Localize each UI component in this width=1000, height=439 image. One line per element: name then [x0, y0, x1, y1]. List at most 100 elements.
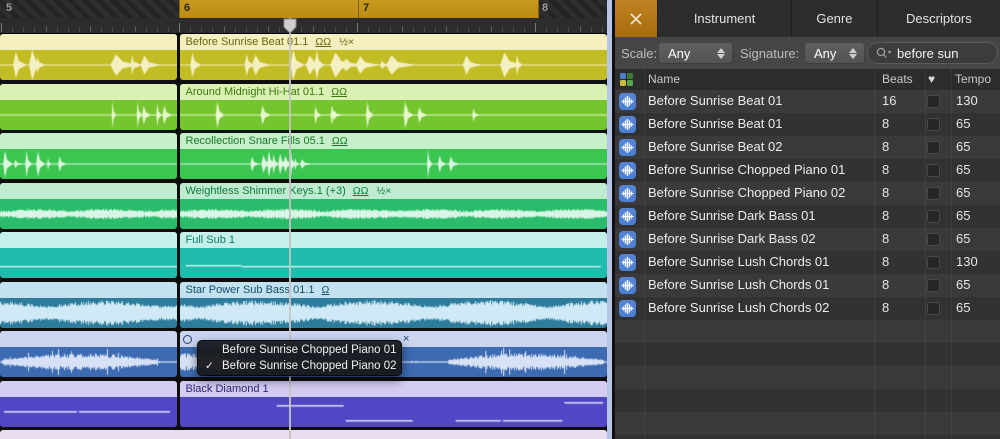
- beat-ruler[interactable]: [0, 18, 607, 34]
- tab-descriptors[interactable]: Descriptors: [877, 0, 1000, 37]
- ruler-tick: [502, 27, 503, 32]
- region-name: Weightless Shimmer Keys.1 (+3): [186, 185, 346, 197]
- ruler-tick: [446, 26, 447, 32]
- audio-region-right[interactable]: Weightless Shimmer Keys.1 (+3)ΩΩ½×: [180, 183, 608, 229]
- audio-loop-icon[interactable]: [619, 208, 636, 225]
- audio-region-left[interactable]: [0, 331, 177, 377]
- bar-ruler[interactable]: 5678: [0, 0, 607, 18]
- search-input[interactable]: before sun: [867, 42, 998, 64]
- loop-row[interactable]: Before Sunrise Dark Bass 01865: [615, 205, 1000, 228]
- popup-menu-item[interactable]: Before Sunrise Chopped Piano 01: [198, 342, 401, 358]
- audio-region-left[interactable]: [0, 133, 177, 179]
- region-header[interactable]: [0, 232, 177, 248]
- loop-row[interactable]: Before Sunrise Chopped Piano 02865: [615, 182, 1000, 205]
- tab-instrument[interactable]: Instrument: [657, 0, 791, 37]
- loop-row[interactable]: Before Sunrise Beat 0116130: [615, 90, 1000, 113]
- region-header[interactable]: Weightless Shimmer Keys.1 (+3)ΩΩ½×: [180, 183, 608, 199]
- favorite-checkbox[interactable]: [927, 302, 940, 315]
- ruler-tick: [468, 27, 469, 32]
- loop-row[interactable]: Before Sunrise Lush Chords 018130: [615, 251, 1000, 274]
- scale-dropdown[interactable]: Any: [658, 42, 733, 64]
- loop-row[interactable]: Before Sunrise Lush Chords 02865: [615, 297, 1000, 320]
- loop-row[interactable]: Before Sunrise Beat 02865: [615, 136, 1000, 159]
- loop-icon: ΩΩ: [315, 36, 331, 48]
- scale-label: Scale:: [621, 46, 657, 61]
- region-header[interactable]: [0, 84, 177, 100]
- cycle-region[interactable]: [179, 0, 539, 18]
- ruler-tick: [379, 27, 380, 32]
- loop-row[interactable]: Before Sunrise Beat 01865: [615, 113, 1000, 136]
- audio-loop-icon[interactable]: [619, 162, 636, 179]
- favorite-checkbox[interactable]: [927, 118, 940, 131]
- favorite-checkbox[interactable]: [927, 210, 940, 223]
- favorite-checkbox[interactable]: [927, 233, 940, 246]
- audio-region-right[interactable]: Before Sunrise Beat 01.1ΩΩ½×: [180, 34, 608, 80]
- popup-menu-item[interactable]: ✓Before Sunrise Chopped Piano 02: [198, 358, 401, 374]
- audio-loop-icon[interactable]: [619, 254, 636, 271]
- speed-badge: ½×: [339, 36, 354, 48]
- favorite-checkbox[interactable]: [927, 95, 940, 108]
- audio-region-left[interactable]: [0, 84, 177, 130]
- region-header[interactable]: Recollection Snare Fills 05.1ΩΩ: [180, 133, 608, 149]
- region-header[interactable]: [0, 381, 177, 397]
- favorite-checkbox[interactable]: [927, 187, 940, 200]
- playhead-marker[interactable]: [283, 18, 297, 34]
- audio-loop-icon[interactable]: [619, 116, 636, 133]
- region-header[interactable]: Full Sub 1: [180, 232, 608, 248]
- next-track-region-strip[interactable]: [0, 430, 607, 439]
- audio-region-right[interactable]: Star Power Sub Bass 01.1Ω: [180, 282, 608, 328]
- close-browser-button[interactable]: [615, 0, 657, 37]
- tempo-column-header[interactable]: Tempo: [955, 72, 991, 86]
- audio-loop-icon[interactable]: [619, 300, 636, 317]
- favorite-checkbox[interactable]: [927, 141, 940, 154]
- region-header[interactable]: [0, 34, 177, 50]
- favorite-checkbox[interactable]: [927, 164, 940, 177]
- tab-genre[interactable]: Genre: [791, 0, 877, 37]
- audio-region-right[interactable]: Full Sub 1: [180, 232, 608, 278]
- filter-bar: Scale: Any Signature: Any: [615, 37, 1000, 70]
- track-row: Around Midnight Hi-Hat 01.1ΩΩ: [0, 84, 607, 130]
- loop-row[interactable]: Before Sunrise Lush Chords 01865: [615, 274, 1000, 297]
- audio-loop-icon[interactable]: [619, 277, 636, 294]
- region-header[interactable]: [0, 133, 177, 149]
- region-header[interactable]: Before Sunrise Beat 01.1ΩΩ½×: [180, 34, 608, 50]
- region-header[interactable]: Around Midnight Hi-Hat 01.1ΩΩ: [180, 84, 608, 100]
- region-header[interactable]: [0, 331, 177, 347]
- region-header[interactable]: [0, 282, 177, 298]
- region-header[interactable]: Star Power Sub Bass 01.1Ω: [180, 282, 608, 298]
- audio-loop-icon[interactable]: [619, 139, 636, 156]
- region-header[interactable]: Black Diamond 1: [180, 381, 608, 397]
- column-divider[interactable]: [925, 69, 926, 439]
- region-header[interactable]: [0, 183, 177, 199]
- audio-region-right[interactable]: Recollection Snare Fills 05.1ΩΩ: [180, 133, 608, 179]
- audio-loop-icon[interactable]: [619, 93, 636, 110]
- favorite-checkbox[interactable]: [927, 256, 940, 269]
- signature-dropdown[interactable]: Any: [804, 42, 865, 64]
- ruler-tick: [413, 27, 414, 32]
- column-divider[interactable]: [951, 69, 952, 439]
- ruler-tick: [335, 27, 336, 32]
- beats-column-header[interactable]: Beats: [882, 72, 913, 86]
- loop-beats: 8: [882, 139, 889, 154]
- audio-region-right[interactable]: Black Diamond 1: [180, 381, 608, 427]
- ruler-tick: [146, 27, 147, 32]
- loop-icon: Ω: [322, 284, 330, 296]
- region-waveform: [0, 397, 177, 427]
- region-title: Star Power Sub Bass 01.1Ω: [186, 284, 330, 296]
- column-divider[interactable]: [874, 69, 875, 439]
- audio-region-left[interactable]: [0, 34, 177, 80]
- audio-region-left[interactable]: [0, 183, 177, 229]
- audio-loop-icon[interactable]: [619, 231, 636, 248]
- name-column-header[interactable]: Name: [648, 72, 680, 86]
- favorites-column-heart-icon[interactable]: ♥: [928, 72, 935, 86]
- audio-region-left[interactable]: [0, 381, 177, 427]
- audio-region-left[interactable]: [0, 232, 177, 278]
- tab-label: Descriptors: [906, 11, 972, 26]
- audio-loop-icon[interactable]: [619, 185, 636, 202]
- loop-row[interactable]: Before Sunrise Chopped Piano 01865: [615, 159, 1000, 182]
- loop-row[interactable]: Before Sunrise Dark Bass 02865: [615, 228, 1000, 251]
- audio-region-right[interactable]: Around Midnight Hi-Hat 01.1ΩΩ: [180, 84, 608, 130]
- favorite-checkbox[interactable]: [927, 279, 940, 292]
- loop-packs-grid-icon[interactable]: [620, 73, 633, 86]
- audio-region-left[interactable]: [0, 282, 177, 328]
